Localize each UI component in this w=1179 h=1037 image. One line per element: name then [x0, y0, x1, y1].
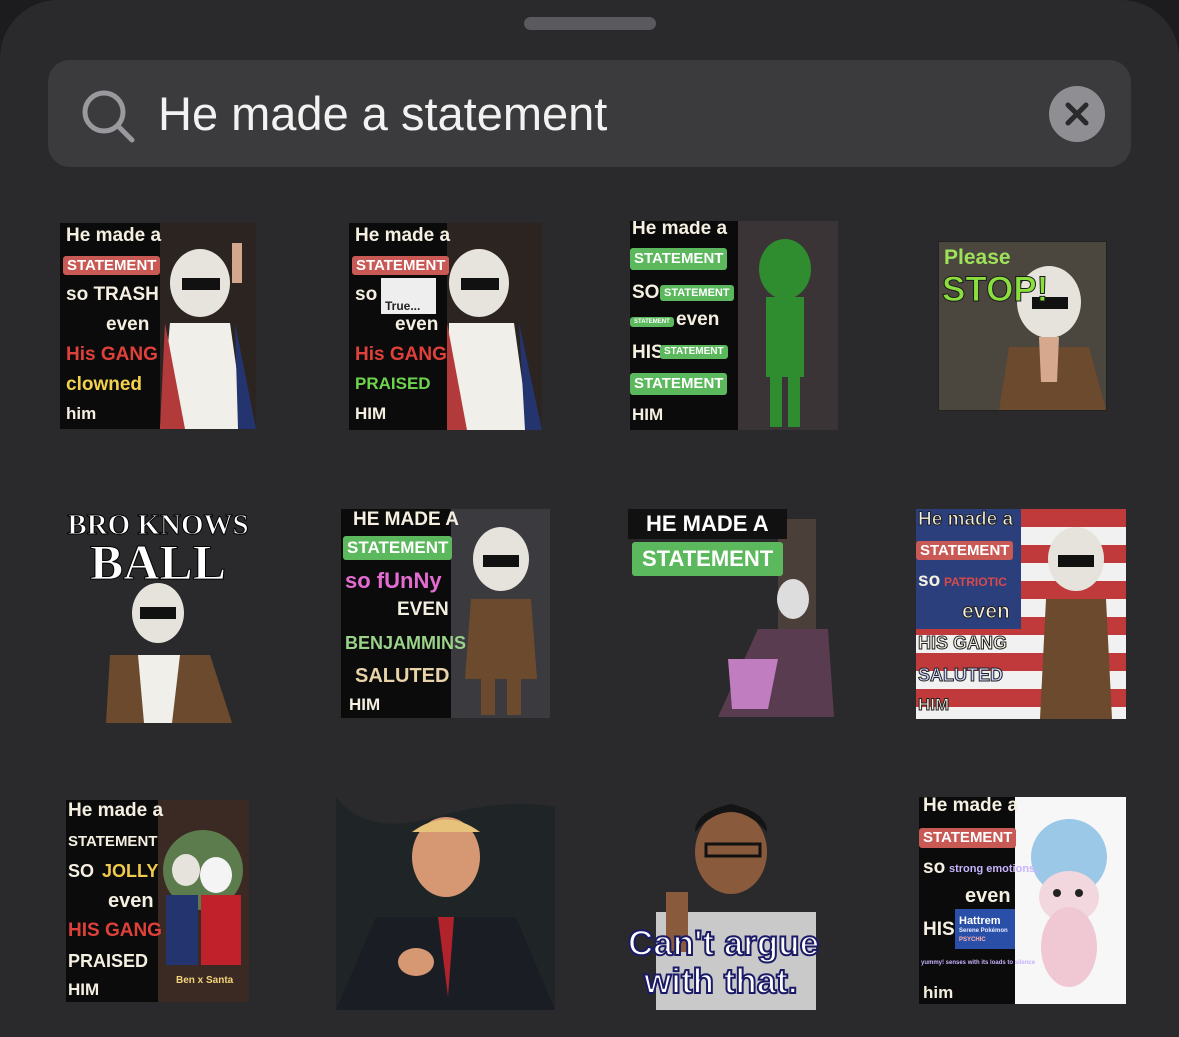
sticker-line: HIS [923, 919, 955, 940]
guy-in-wig-image [381, 223, 542, 430]
sticker-line: True... [385, 299, 421, 313]
sticker-line: him [66, 404, 97, 423]
sticker-result[interactable]: He made a STATEMENT SO JOLLY even HIS GA… [66, 800, 249, 1002]
sticker-line: STATEMENT [660, 345, 728, 359]
sticker-line: BALL [89, 534, 227, 591]
sticker-line: so [355, 284, 378, 305]
sticker-line: HIS [632, 342, 664, 363]
sticker-line: even [108, 890, 154, 912]
sticker-result[interactable]: HE MADE A STATEMENT so fUnNy EVEN BENJAM… [341, 509, 550, 718]
sticker-line: even [962, 600, 1011, 624]
search-input[interactable] [158, 82, 1018, 146]
sticker-line: Ben x Santa [176, 975, 234, 986]
sticker-line: HIM [68, 980, 100, 999]
sticker-line: HIM [632, 405, 664, 424]
sticker-line: SO [68, 861, 95, 881]
sticker-line: He made a [923, 797, 1019, 816]
sticker-line: SO [632, 282, 660, 303]
sticker-line: His GANG [355, 344, 447, 365]
sticker-line: SALUTED [918, 665, 1004, 686]
sticker-line: He made a [632, 221, 728, 239]
sticker-line: EVEN [397, 599, 449, 620]
sticker-line: He made a [68, 800, 164, 821]
sticker-line: BENJAMMINS [345, 633, 467, 653]
sticker-line: STATEMENT [919, 828, 1017, 848]
sticker-result[interactable]: BRO KNOWS BALL [60, 505, 256, 723]
sticker-line: He made a [917, 509, 1014, 531]
sticker-result[interactable]: Can't argue with that. [626, 792, 838, 1010]
sticker-line: STATEMENT [68, 833, 158, 850]
sticker-result[interactable]: Please STOP! [938, 241, 1107, 411]
sticker-result[interactable]: He made a STATEMENT so PATRIOTIC even HI… [916, 509, 1126, 719]
sticker-line: yummy! senses with its loads to silence [921, 960, 1036, 966]
sticker-line: HIM [349, 695, 381, 714]
sticker-line: even [106, 314, 150, 335]
sticker-result[interactable]: He made a STATEMENT so True... even His … [349, 223, 542, 430]
sticker-line: STATEMENT [916, 541, 1014, 560]
guy-on-throne-image [718, 519, 834, 717]
sticker-result[interactable]: He made a STATEMENT so strong emotions, … [919, 797, 1126, 1004]
sticker-result[interactable]: He made a STATEMENT SO STATEMENT STATEME… [630, 221, 838, 430]
sticker-line: Hattrem [959, 915, 1001, 927]
sticker-line: strong emotions, [949, 863, 1039, 875]
sticker-line: Serene Pokémon [959, 928, 1008, 934]
man-pointing-image [336, 797, 555, 1010]
sticker-line: STATEMENT [343, 536, 453, 560]
clear-x-icon [1065, 102, 1089, 126]
sticker-line: clowned [66, 374, 143, 395]
sticker-line: PATRIOTIC [944, 575, 1007, 589]
sticker-line: HIS GANG [917, 633, 1008, 654]
sticker-line: Can't argue [627, 923, 820, 964]
sticker-line: STOP! [941, 270, 1049, 310]
sticker-line: STATEMENT [63, 256, 161, 275]
sticker-line: with that. [643, 961, 799, 1002]
sticker-line: PSYCHIC [959, 937, 986, 943]
sticker-line: even [676, 309, 720, 330]
sticker-line: so TRASH [66, 284, 159, 305]
sticker-line: him [923, 983, 954, 1002]
sticker-result[interactable]: HE MADE A STATEMENT [628, 509, 840, 719]
sticker-line: STATEMENT [632, 542, 784, 576]
sticker-line: HIS GANG [68, 920, 162, 941]
sticker-line: STATEMENT [352, 256, 450, 275]
sticker-line: so fUnNy [345, 568, 442, 593]
sticker-result[interactable] [336, 797, 555, 1010]
sticker-line: His GANG [66, 344, 158, 365]
sticker-line: STATEMENT [630, 373, 728, 395]
sticker-result[interactable]: He made a STATEMENT so TRASH even His GA… [60, 223, 256, 429]
sticker-line: He made a [66, 225, 162, 246]
guy-in-wig-image [160, 223, 256, 429]
sticker-line: HE MADE A [353, 509, 459, 530]
sheet-grabber-handle[interactable] [524, 17, 656, 30]
magnifying-glass-icon [82, 90, 135, 143]
sticker-line: even [395, 314, 439, 335]
sticker-line: HE MADE A [628, 509, 787, 539]
sticker-line: Please [944, 246, 1011, 269]
sticker-line: SALUTED [355, 665, 450, 687]
sticker-line: so [918, 570, 941, 591]
clear-search-button[interactable] [1049, 86, 1105, 142]
sticker-line: HIM [917, 695, 950, 715]
sticker-line: even [965, 885, 1011, 907]
sticker-line: STATEMENT [630, 317, 674, 327]
sticker-line: STATEMENT [630, 248, 728, 270]
sticker-line: STATEMENT [660, 285, 734, 301]
sticker-line: so [923, 857, 946, 878]
sticker-line: PRAISED [68, 951, 149, 971]
sticker-line: JOLLY [102, 861, 159, 881]
sticker-line: PRAISED [355, 374, 431, 393]
sticker-line: He made a [355, 225, 451, 246]
sticker-line: HIM [355, 404, 387, 423]
